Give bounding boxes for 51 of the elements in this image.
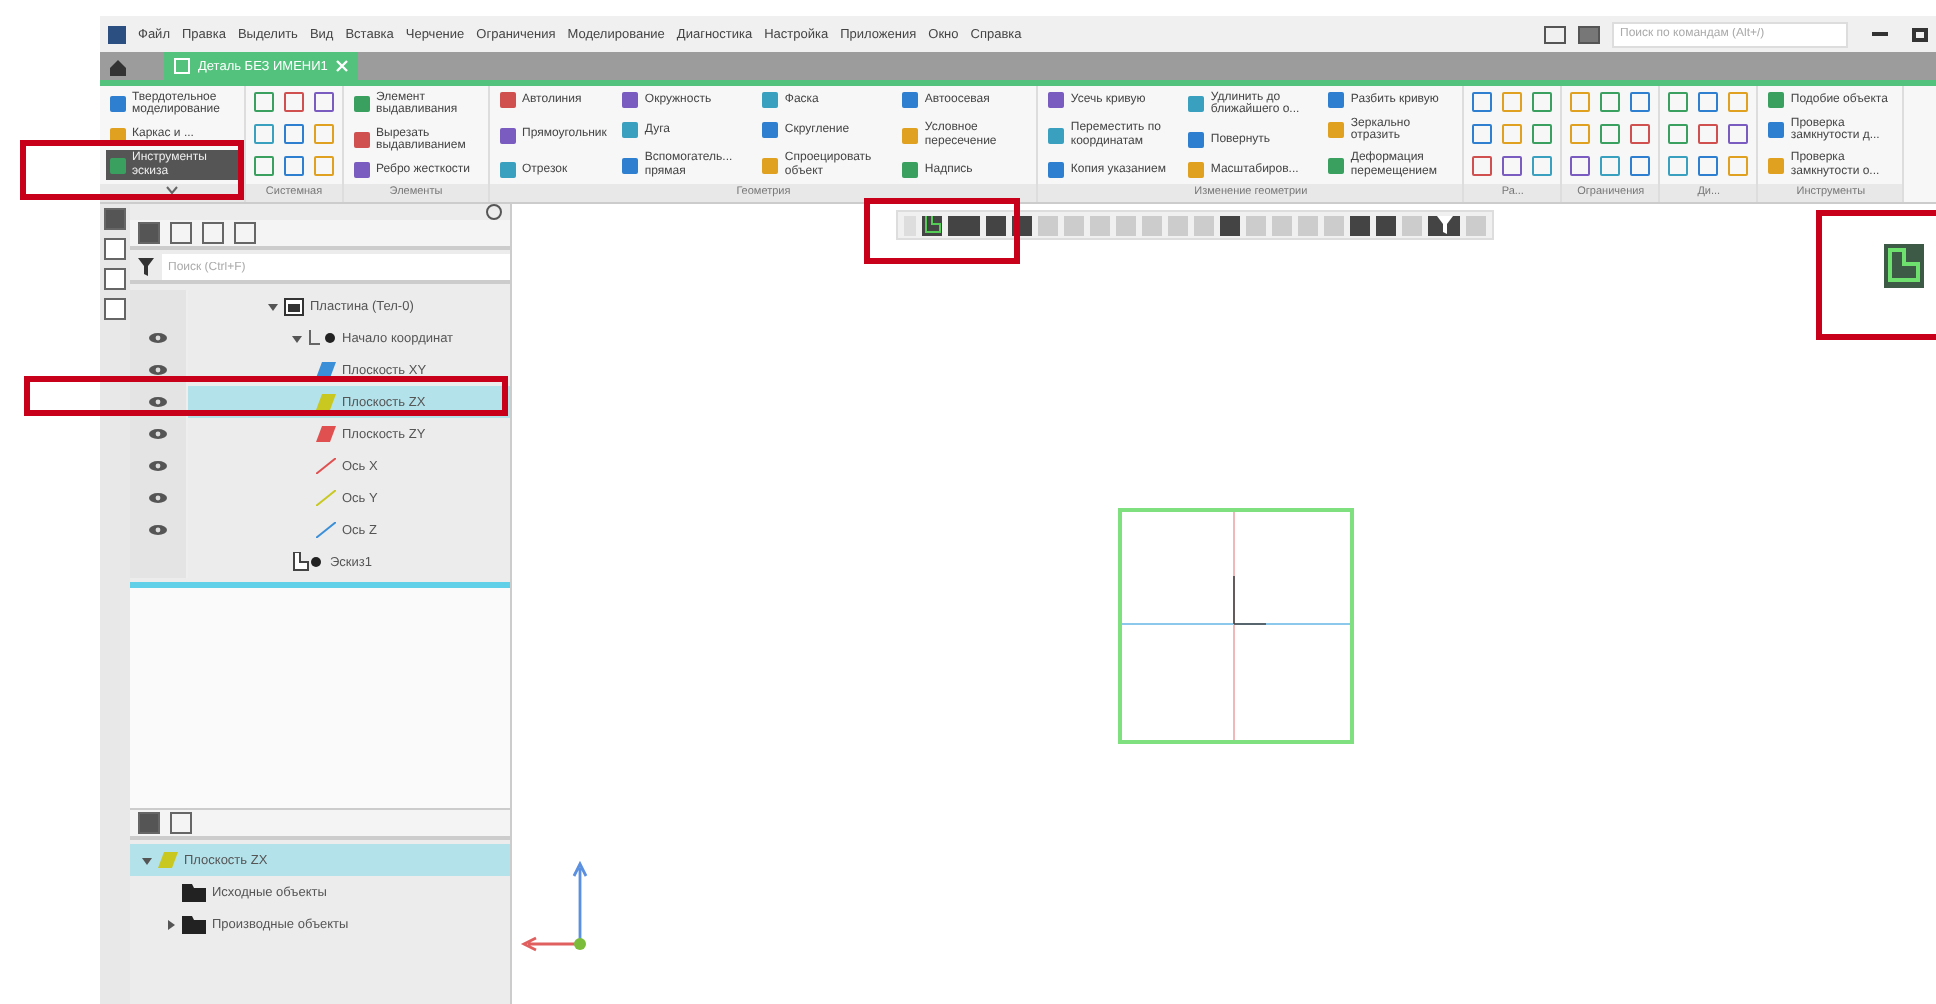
part-icon: [174, 58, 190, 74]
eye-icon[interactable]: [148, 524, 168, 536]
tool-icon[interactable]: [1728, 156, 1749, 176]
tool-icon[interactable]: [1668, 156, 1689, 176]
tool-icon[interactable]: [1600, 92, 1621, 112]
eye-icon[interactable]: [148, 428, 168, 440]
tool-icon[interactable]: [1570, 124, 1591, 144]
sketch-icon[interactable]: [922, 215, 942, 235]
app-logo-icon[interactable]: [108, 25, 126, 43]
folder-icon: [182, 883, 206, 901]
tool-icon[interactable]: [1502, 124, 1523, 144]
tool-icon[interactable]: [1472, 156, 1493, 176]
tool-icon[interactable]: [1698, 156, 1719, 176]
tool-icon[interactable]: [1630, 156, 1651, 176]
expand-arrow-icon[interactable]: [166, 919, 176, 929]
tool-icon[interactable]: [1472, 124, 1493, 144]
tool-icon[interactable]: [1472, 92, 1493, 112]
sketch-mode-icon[interactable]: [1884, 244, 1924, 288]
tool-icon[interactable]: [1630, 124, 1651, 144]
tool-icon[interactable]: [1570, 92, 1591, 112]
tool-icon[interactable]: [1630, 92, 1651, 112]
tool-icon[interactable]: [1668, 124, 1689, 144]
eye-icon[interactable]: [148, 332, 168, 344]
expand-arrow-icon[interactable]: [268, 301, 278, 311]
eye-icon[interactable]: [148, 492, 168, 504]
tool-icon[interactable]: [1728, 92, 1749, 112]
expand-arrow-icon[interactable]: [142, 855, 152, 865]
tool-icon[interactable]: [1532, 92, 1553, 112]
highlight-frame: [1816, 210, 1936, 340]
restore-icon[interactable]: [1912, 27, 1928, 41]
tool-icon[interactable]: [1532, 156, 1553, 176]
tool-icon[interactable]: [1502, 156, 1523, 176]
folder-icon: [182, 915, 206, 933]
eye-icon[interactable]: [148, 460, 168, 472]
eye-icon[interactable]: [148, 364, 168, 376]
tool-icon[interactable]: [1600, 156, 1621, 176]
origin-icon: [308, 330, 336, 346]
tool-icon[interactable]: [1728, 124, 1749, 144]
chevron-icon[interactable]: [166, 186, 178, 194]
tool-icon[interactable]: [1532, 124, 1553, 144]
tool-icon[interactable]: [1502, 92, 1523, 112]
close-icon[interactable]: [335, 60, 348, 72]
tool-icon[interactable]: [1698, 92, 1719, 112]
tool-icon[interactable]: [1668, 92, 1689, 112]
sketch-icon: [292, 552, 324, 572]
tool-icon[interactable]: [1600, 124, 1621, 144]
tool-icon[interactable]: [1698, 124, 1719, 144]
eye-icon[interactable]: [148, 396, 168, 408]
tool-icon[interactable]: [1570, 156, 1591, 176]
part-icon: [284, 297, 304, 315]
expand-arrow-icon[interactable]: [292, 333, 302, 343]
